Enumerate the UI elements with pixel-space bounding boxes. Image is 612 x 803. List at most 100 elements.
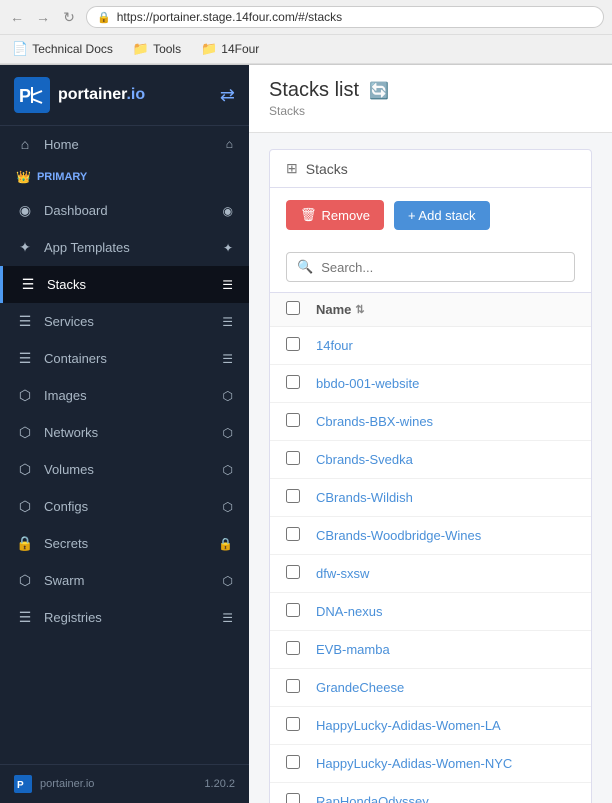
stack-link-cbrands-bbx-wines[interactable]: Cbrands-BBX-wines	[316, 414, 575, 429]
sidebar-item-registries[interactable]: ☰ Registries ☰	[0, 599, 249, 636]
services-icon: ☰	[16, 313, 34, 330]
sidebar-item-label: Stacks	[47, 277, 86, 292]
svg-text:P: P	[17, 780, 24, 791]
sidebar-item-home[interactable]: ⌂ Home ⌂	[0, 126, 249, 162]
forward-button[interactable]: →	[34, 8, 52, 26]
row-checkbox-raphondaodyssey[interactable]	[286, 793, 300, 803]
table-row: DNA-nexus	[270, 593, 591, 631]
volumes-icon: ⬡	[16, 461, 34, 478]
main-content: Stacks list 🔄 Stacks ⊞ Stacks 🗑 Remove +…	[249, 65, 612, 803]
sidebar-item-containers[interactable]: ☰ Containers ☰	[0, 340, 249, 377]
toolbar: 🗑 Remove + Add stack	[269, 188, 592, 242]
row-checkbox-evb-mamba[interactable]	[286, 641, 300, 655]
row-checkbox-happylucky-adidas-women-la[interactable]	[286, 717, 300, 731]
row-checkbox-col	[286, 793, 316, 803]
stack-link-evb-mamba[interactable]: EVB-mamba	[316, 642, 575, 657]
stack-link-happylucky-adidas-women-nyc[interactable]: HappyLucky-Adidas-Women-NYC	[316, 756, 575, 771]
sort-icon[interactable]: ⇅	[355, 303, 364, 316]
remove-button[interactable]: 🗑 Remove	[286, 200, 384, 230]
stack-link-raphondaodyssey[interactable]: RapHondaOdyssey	[316, 794, 575, 803]
stack-link-grandecheese[interactable]: GrandeCheese	[316, 680, 575, 695]
row-checkbox-col	[286, 717, 316, 734]
add-stack-button[interactable]: + Add stack	[394, 201, 490, 230]
page-title: Stacks list	[269, 79, 359, 102]
stack-link-cbrands-svedka[interactable]: Cbrands-Svedka	[316, 452, 575, 467]
row-checkbox-14four[interactable]	[286, 337, 300, 351]
stack-link-bbdo-001-website[interactable]: bbdo-001-website	[316, 376, 575, 391]
bookmark-technical-docs[interactable]: 📄 Technical Docs	[8, 39, 117, 59]
crown-icon: 👑	[16, 170, 31, 184]
stack-link-cbrands-woodbridge-wines[interactable]: CBrands-Woodbridge-Wines	[316, 528, 575, 543]
sidebar-item-label: Containers	[44, 351, 107, 366]
table-rows: 14four bbdo-001-website Cbrands-BBX-wine…	[270, 327, 591, 803]
select-all-checkbox[interactable]	[286, 301, 300, 315]
sidebar-item-configs[interactable]: ⬡ Configs ⬡	[0, 488, 249, 525]
sidebar-item-app-templates[interactable]: ✦ App Templates ✦	[0, 229, 249, 266]
back-button[interactable]: ←	[8, 8, 26, 26]
table-row: CBrands-Wildish	[270, 479, 591, 517]
breadcrumb: Stacks	[269, 104, 592, 118]
bookmark-tools[interactable]: 📁 Tools	[129, 39, 185, 59]
row-checkbox-happylucky-adidas-women-nyc[interactable]	[286, 755, 300, 769]
table-row: GrandeCheese	[270, 669, 591, 707]
sidebar-item-swarm[interactable]: ⬡ Swarm ⬡	[0, 562, 249, 599]
refresh-button[interactable]: 🔄	[369, 81, 389, 101]
sidebar-item-services[interactable]: ☰ Services ☰	[0, 303, 249, 340]
sidebar-item-images[interactable]: ⬡ Images ⬡	[0, 377, 249, 414]
browser-nav: ← → ↻ 🔒 https://portainer.stage.14four.c…	[0, 0, 612, 35]
row-checkbox-bbdo-001-website[interactable]	[286, 375, 300, 389]
bookmark-label: Tools	[153, 42, 181, 56]
stacks-icon-right: ☰	[222, 278, 233, 292]
stacks-table: Name ⇅ 14four bbdo-001-website Cbrands-B…	[269, 293, 592, 803]
sidebar-item-secrets[interactable]: 🔒 Secrets 🔒	[0, 525, 249, 562]
reload-button[interactable]: ↻	[60, 8, 78, 26]
row-checkbox-col	[286, 413, 316, 430]
row-checkbox-col	[286, 641, 316, 658]
networks-icon: ⬡	[16, 424, 34, 441]
address-bar[interactable]: 🔒 https://portainer.stage.14four.com/#/s…	[86, 6, 604, 28]
logo-area: P portainer.io	[14, 77, 145, 113]
sidebar-item-label: Images	[44, 388, 87, 403]
bookmark-14four[interactable]: 📁 14Four	[197, 39, 263, 59]
content-area: ⊞ Stacks 🗑 Remove + Add stack 🔍	[249, 133, 612, 803]
row-checkbox-col	[286, 603, 316, 620]
swarm-icon: ⬡	[16, 572, 34, 589]
row-checkbox-dna-nexus[interactable]	[286, 603, 300, 617]
stack-link-14four[interactable]: 14four	[316, 338, 575, 353]
stack-link-cbrands-wildish[interactable]: CBrands-Wildish	[316, 490, 575, 505]
row-checkbox-cbrands-bbx-wines[interactable]	[286, 413, 300, 427]
transfer-icon[interactable]: ⇄	[220, 85, 235, 106]
images-icon: ⬡	[16, 387, 34, 404]
header-name-col: Name ⇅	[316, 302, 575, 317]
row-checkbox-cbrands-svedka[interactable]	[286, 451, 300, 465]
sidebar-item-volumes[interactable]: ⬡ Volumes ⬡	[0, 451, 249, 488]
sidebar-item-stacks[interactable]: ☰ Stacks ☰	[0, 266, 249, 303]
sidebar-item-dashboard[interactable]: ◉ Dashboard ◉	[0, 192, 249, 229]
sidebar-item-networks[interactable]: ⬡ Networks ⬡	[0, 414, 249, 451]
section-header: ⊞ Stacks	[269, 149, 592, 188]
volumes-icon-right: ⬡	[223, 463, 233, 477]
sidebar-item-label: Volumes	[44, 462, 94, 477]
folder-icon: 📄	[12, 41, 28, 57]
stack-link-dfw-sxsw[interactable]: dfw-sxsw	[316, 566, 575, 581]
row-checkbox-dfw-sxsw[interactable]	[286, 565, 300, 579]
sidebar-logo: P portainer.io ⇄	[0, 65, 249, 126]
main-title-row: Stacks list 🔄	[269, 79, 592, 102]
containers-icon-right: ☰	[222, 352, 233, 366]
logo-text: portainer.io	[58, 86, 145, 104]
row-checkbox-cbrands-woodbridge-wines[interactable]	[286, 527, 300, 541]
sidebar-item-label: Dashboard	[44, 203, 108, 218]
table-row: EVB-mamba	[270, 631, 591, 669]
row-checkbox-grandecheese[interactable]	[286, 679, 300, 693]
primary-label: 👑 PRIMARY	[0, 162, 249, 192]
stack-link-dna-nexus[interactable]: DNA-nexus	[316, 604, 575, 619]
search-input[interactable]	[321, 260, 564, 275]
search-box: 🔍	[286, 252, 575, 282]
swarm-icon-right: ⬡	[223, 574, 233, 588]
images-icon-right: ⬡	[223, 389, 233, 403]
row-checkbox-cbrands-wildish[interactable]	[286, 489, 300, 503]
table-row: bbdo-001-website	[270, 365, 591, 403]
portainer-logo-icon: P	[14, 77, 50, 113]
stack-link-happylucky-adidas-women-la[interactable]: HappyLucky-Adidas-Women-LA	[316, 718, 575, 733]
app: P portainer.io ⇄ ⌂ Home ⌂ 👑 PRIMARY	[0, 65, 612, 803]
